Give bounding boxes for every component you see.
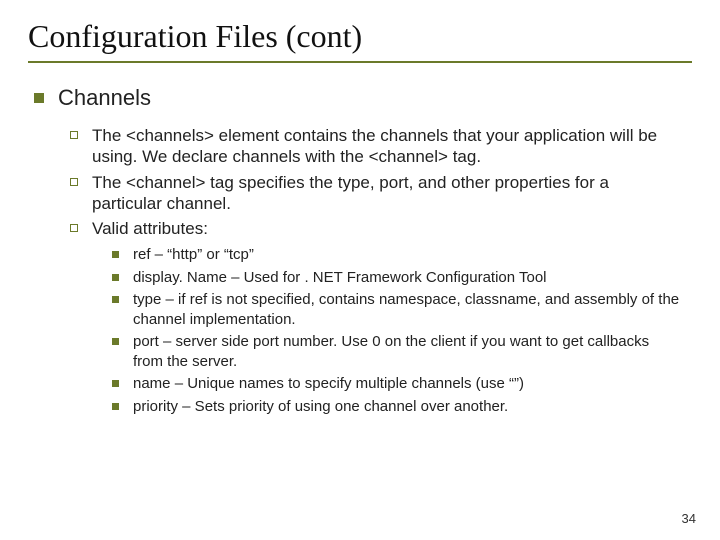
body-text: The <channels> element contains the chan…	[92, 125, 672, 168]
list-item: name – Unique names to specify multiple …	[112, 374, 692, 394]
small-square-bullet-icon	[112, 296, 119, 303]
hollow-square-bullet-icon	[70, 178, 78, 186]
list-item: The <channel> tag specifies the type, po…	[70, 172, 692, 215]
section-heading: Channels	[58, 85, 151, 111]
hollow-square-bullet-icon	[70, 224, 78, 232]
small-square-bullet-icon	[112, 403, 119, 410]
level3-list: ref – “http” or “tcp” display. Name – Us…	[112, 245, 692, 416]
list-item: priority – Sets priority of using one ch…	[112, 397, 692, 417]
list-item: Valid attributes:	[70, 218, 692, 239]
level2-list: The <channels> element contains the chan…	[70, 125, 692, 239]
square-bullet-icon	[34, 93, 44, 103]
body-text: display. Name – Used for . NET Framework…	[133, 268, 547, 288]
slide: Configuration Files (cont) Channels The …	[0, 0, 720, 540]
list-item: type – if ref is not specified, contains…	[112, 290, 692, 329]
body-text: ref – “http” or “tcp”	[133, 245, 254, 265]
small-square-bullet-icon	[112, 380, 119, 387]
body-text: priority – Sets priority of using one ch…	[133, 397, 508, 417]
body-text: The <channel> tag specifies the type, po…	[92, 172, 672, 215]
list-item: display. Name – Used for . NET Framework…	[112, 268, 692, 288]
small-square-bullet-icon	[112, 251, 119, 258]
small-square-bullet-icon	[112, 274, 119, 281]
body-text: type – if ref is not specified, contains…	[133, 290, 683, 329]
list-item: Channels	[34, 85, 692, 111]
body-text: name – Unique names to specify multiple …	[133, 374, 524, 394]
body-text: port – server side port number. Use 0 on…	[133, 332, 683, 371]
list-item: ref – “http” or “tcp”	[112, 245, 692, 265]
small-square-bullet-icon	[112, 338, 119, 345]
list-item: port – server side port number. Use 0 on…	[112, 332, 692, 371]
page-number: 34	[682, 511, 696, 526]
slide-title: Configuration Files (cont)	[28, 18, 692, 63]
hollow-square-bullet-icon	[70, 131, 78, 139]
list-item: The <channels> element contains the chan…	[70, 125, 692, 168]
level1-list: Channels	[34, 85, 692, 111]
body-text: Valid attributes:	[92, 218, 208, 239]
